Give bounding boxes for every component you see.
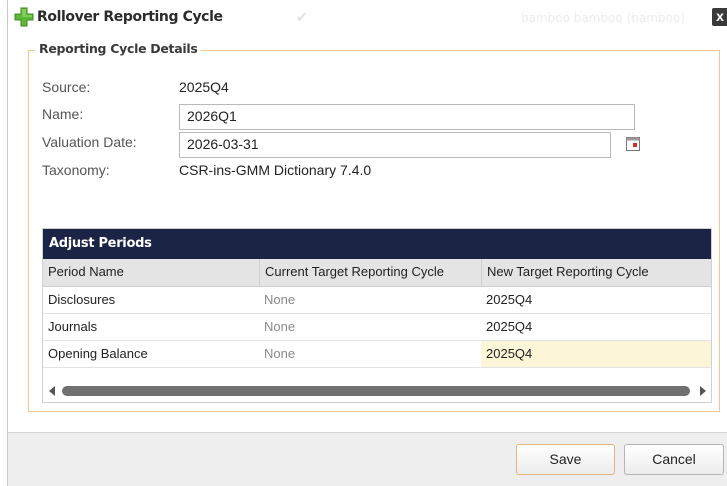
column-header-current-target[interactable]: Current Target Reporting Cycle	[259, 259, 481, 286]
new-target-cell-selected[interactable]: 2025Q4	[481, 341, 711, 367]
source-label: Source:	[42, 79, 91, 95]
adjust-periods-grid: Adjust Periods Period Name Current Targe…	[42, 228, 712, 403]
new-target-cell[interactable]: 2025Q4	[481, 314, 711, 340]
valuation-date-input[interactable]: 2026-03-31	[179, 132, 611, 158]
column-header-period-name[interactable]: Period Name	[43, 259, 259, 286]
grid-header-row: Period Name Current Target Reporting Cyc…	[43, 259, 711, 287]
table-row[interactable]: Disclosures None 2025Q4	[43, 287, 711, 314]
dialog-titlebar[interactable]: Rollover Reporting Cycle ✔ bamboo bamboo…	[8, 0, 727, 35]
table-row[interactable]: Journals None 2025Q4	[43, 314, 711, 341]
reporting-cycle-details: Reporting Cycle Details Source: 2025Q4 N…	[28, 41, 720, 412]
current-target-cell: None	[264, 292, 296, 307]
green-plus-icon	[14, 7, 34, 27]
column-header-new-target[interactable]: New Target Reporting Cycle	[481, 259, 711, 286]
name-input[interactable]: 2026Q1	[179, 104, 635, 130]
period-name-cell: Journals	[48, 319, 98, 334]
scrollbar-thumb[interactable]	[62, 386, 690, 396]
period-name-cell: Opening Balance	[48, 346, 148, 361]
horizontal-scrollbar[interactable]	[43, 380, 711, 402]
source-value: 2025Q4	[179, 79, 229, 95]
taxonomy-value: CSR-ins-GMM Dictionary 7.4.0	[179, 162, 372, 178]
taxonomy-label: Taxonomy:	[42, 162, 110, 178]
fieldset-legend: Reporting Cycle Details	[35, 41, 202, 56]
grid-title: Adjust Periods	[43, 229, 711, 259]
grid-right-border	[711, 286, 712, 380]
scroll-left-icon[interactable]	[49, 386, 55, 396]
table-row[interactable]: Opening Balance None 2025Q4	[43, 341, 711, 368]
period-name-cell: Disclosures	[48, 292, 116, 307]
rollover-dialog: Rollover Reporting Cycle ✔ bamboo bamboo…	[7, 0, 727, 486]
checkmark-icon: ✔	[296, 9, 308, 25]
close-icon: x	[716, 8, 724, 24]
close-button[interactable]: x	[712, 8, 727, 26]
dialog-body: Reporting Cycle Details Source: 2025Q4 N…	[8, 35, 727, 433]
scroll-right-icon[interactable]	[700, 386, 706, 396]
save-button[interactable]: Save	[516, 444, 615, 475]
name-label: Name:	[42, 106, 84, 122]
valuation-date-label: Valuation Date:	[42, 134, 137, 150]
new-target-cell[interactable]: 2025Q4	[481, 287, 711, 313]
current-target-cell: None	[264, 346, 296, 361]
current-target-cell: None	[264, 319, 296, 334]
calendar-icon[interactable]	[626, 137, 640, 151]
dialog-title: Rollover Reporting Cycle	[37, 9, 223, 25]
user-display: bamboo bamboo (bamboo)	[521, 11, 685, 25]
cancel-button[interactable]: Cancel	[624, 444, 724, 475]
